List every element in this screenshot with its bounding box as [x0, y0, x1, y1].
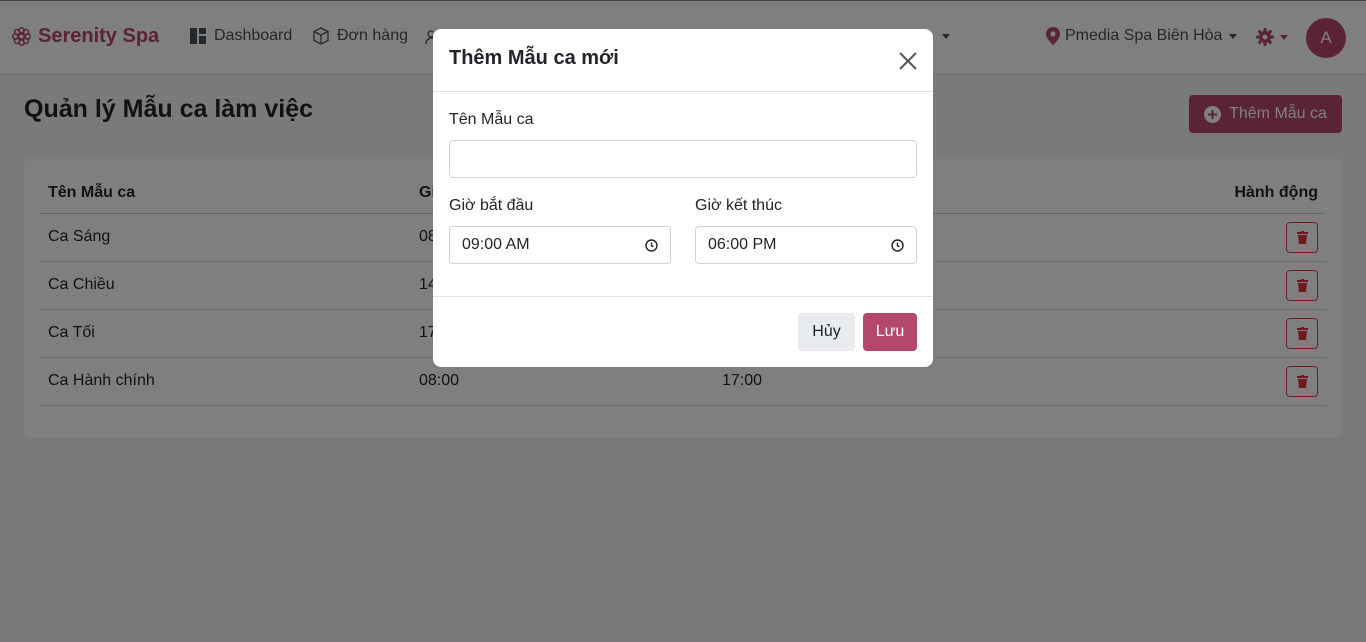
modal-title: Thêm Mẫu ca mới	[449, 47, 619, 69]
start-time-input[interactable]: 09:00 AM	[449, 226, 671, 264]
modal-header: Thêm Mẫu ca mới	[433, 29, 933, 92]
save-button[interactable]: Lưu	[863, 313, 917, 351]
cancel-button[interactable]: Hủy	[798, 313, 855, 351]
end-time-value: 06:00 PM	[708, 236, 777, 253]
add-shift-template-modal: Thêm Mẫu ca mới Tên Mẫu ca Giờ bắt đầu 0…	[433, 29, 933, 367]
end-time-label: Giờ kết thúc	[695, 197, 782, 214]
start-time-label: Giờ bắt đầu	[449, 197, 534, 214]
template-name-label: Tên Mẫu ca	[449, 111, 534, 128]
clock-icon	[891, 238, 904, 252]
start-time-value: 09:00 AM	[462, 236, 530, 253]
modal-footer	[433, 296, 933, 367]
close-icon[interactable]	[897, 50, 919, 72]
template-name-input[interactable]	[449, 140, 917, 178]
clock-icon	[645, 238, 658, 252]
end-time-input[interactable]: 06:00 PM	[695, 226, 917, 264]
